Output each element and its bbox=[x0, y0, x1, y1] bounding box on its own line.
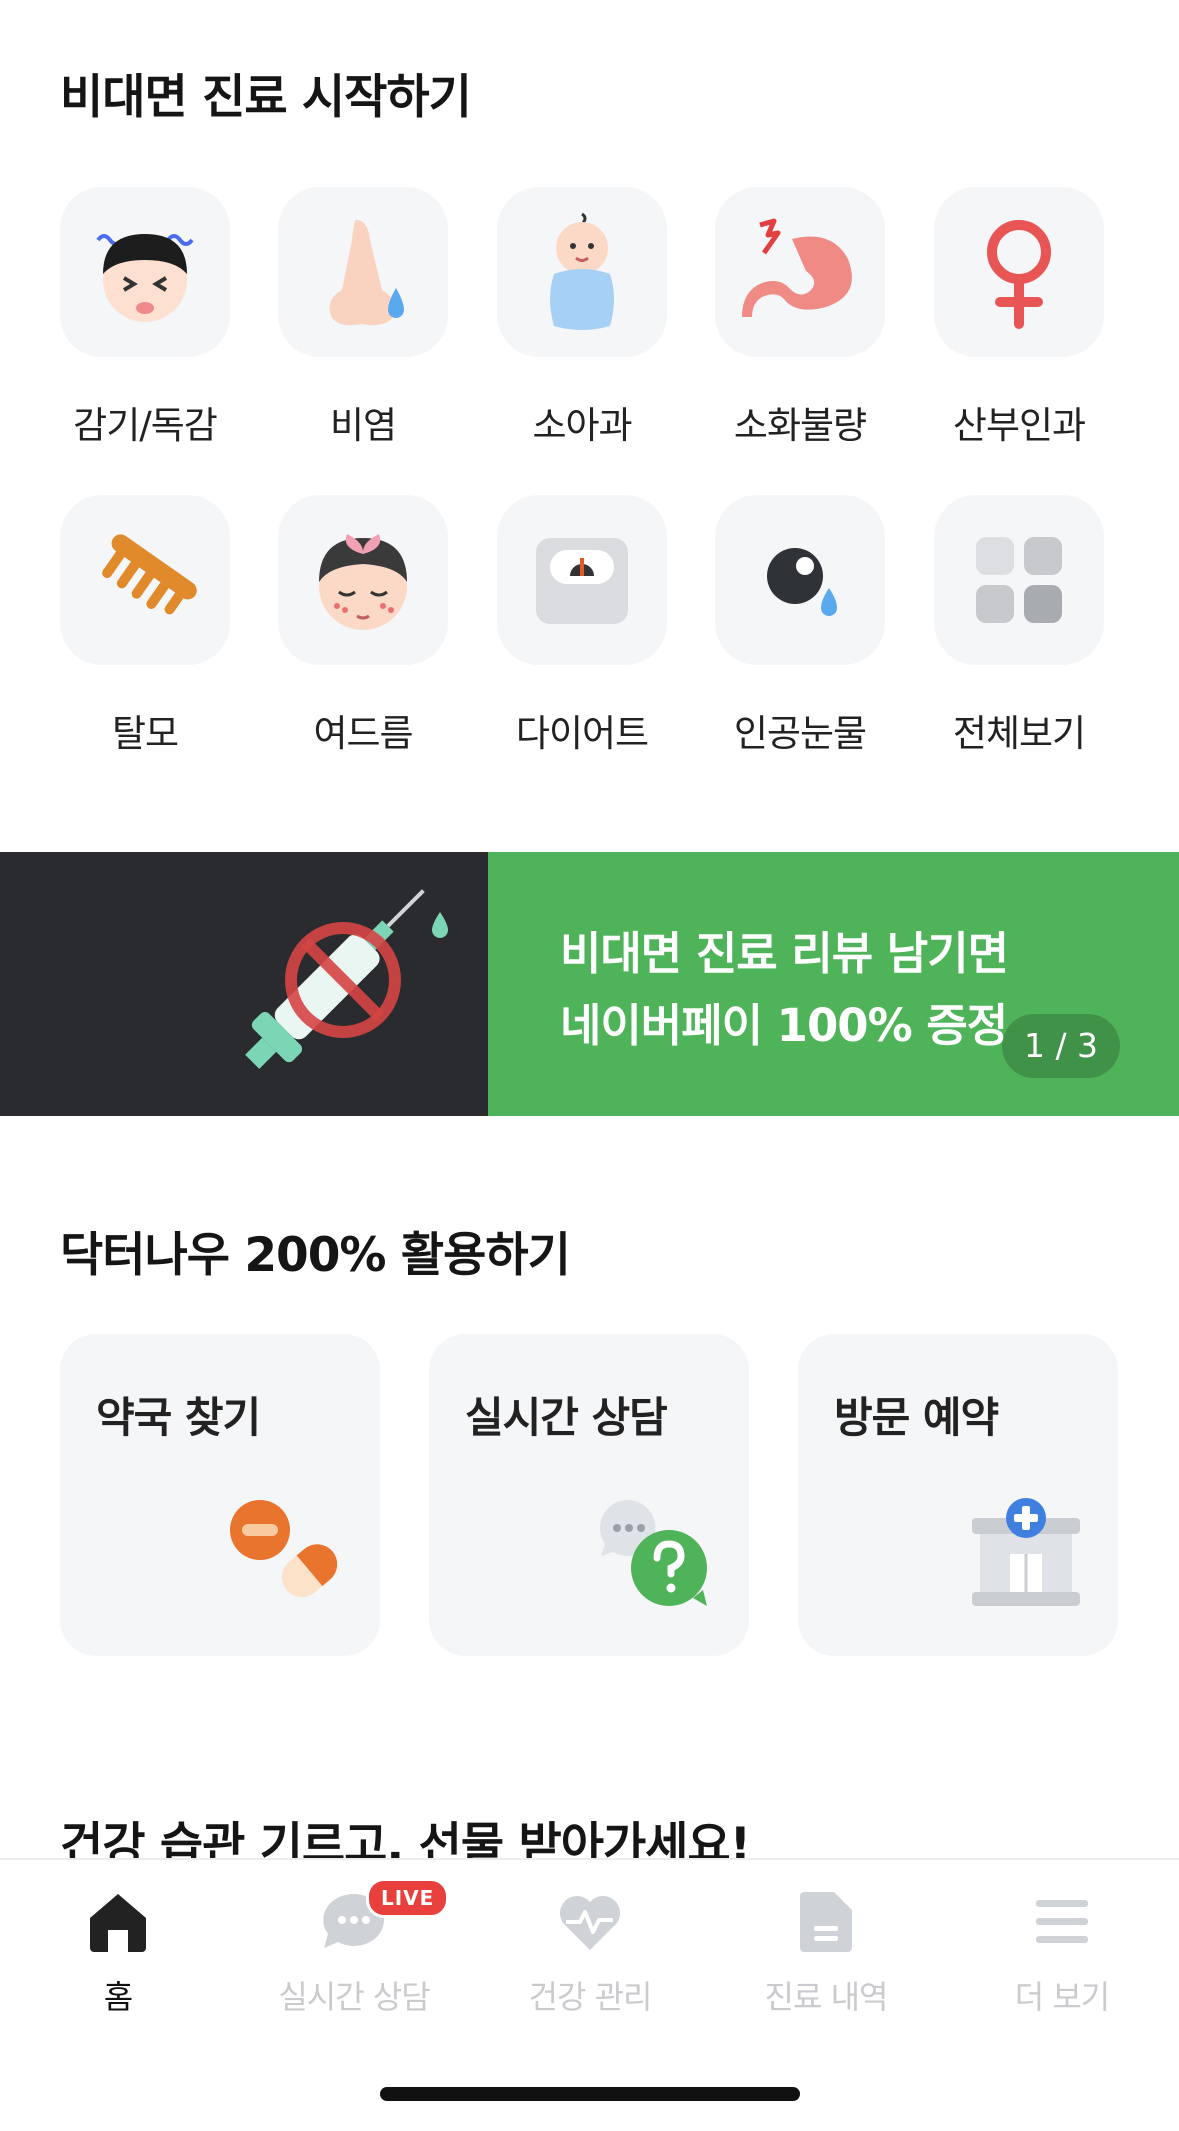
stomach-icon bbox=[715, 187, 885, 357]
tab-treatment-history[interactable]: 진료 내역 bbox=[708, 1882, 944, 2018]
section-title-features: 닥터나우 200% 활용하기 bbox=[60, 1228, 571, 1283]
grid-icon bbox=[934, 495, 1104, 665]
category-cold-flu[interactable]: 감기/독감 bbox=[60, 187, 230, 449]
banner-page-indicator: 1 / 3 bbox=[1002, 1014, 1120, 1078]
category-label: 전체보기 bbox=[952, 712, 1086, 755]
tab-more[interactable]: 더 보기 bbox=[944, 1882, 1179, 2018]
category-label: 산부인과 bbox=[952, 404, 1086, 447]
comb-icon bbox=[60, 495, 230, 665]
category-obgyn[interactable]: 산부인과 bbox=[934, 187, 1104, 449]
category-label: 소아과 bbox=[532, 404, 632, 447]
feature-label: 방문 예약 bbox=[834, 1393, 999, 1442]
tab-label: 홈 bbox=[103, 1978, 133, 2016]
live-badge: LIVE bbox=[366, 1878, 450, 1918]
feature-live-consultation[interactable]: 실시간 상담 bbox=[429, 1334, 749, 1656]
feature-visit-reservation[interactable]: 방문 예약 bbox=[798, 1334, 1118, 1656]
section-title-start-consultation: 비대면 진료 시작하기 bbox=[60, 70, 472, 125]
banner-review-promotion[interactable]: 비대면 진료 리뷰 남기면 네이버페이 100% 증정 1 / 3 bbox=[488, 852, 1179, 1116]
feature-find-pharmacy[interactable]: 약국 찾기 bbox=[60, 1334, 380, 1656]
category-hair-loss[interactable]: 탈모 bbox=[60, 495, 230, 757]
banner-previous-slide[interactable] bbox=[0, 852, 488, 1116]
heart-pulse-icon bbox=[472, 1882, 708, 1962]
tab-health-management[interactable]: 건강 관리 bbox=[472, 1882, 708, 2018]
hospital-icon bbox=[966, 1498, 1086, 1612]
baby-icon bbox=[497, 187, 667, 357]
tab-label: 건강 관리 bbox=[528, 1978, 653, 2016]
category-label: 다이어트 bbox=[515, 712, 649, 755]
home-indicator bbox=[380, 2087, 800, 2101]
no-injection-icon bbox=[245, 889, 448, 1069]
feature-label: 약국 찾기 bbox=[96, 1393, 261, 1442]
home-icon bbox=[0, 1882, 236, 1962]
question-chat-icon bbox=[597, 1498, 717, 1612]
category-rhinitis[interactable]: 비염 bbox=[278, 187, 448, 449]
category-diet[interactable]: 다이어트 bbox=[497, 495, 667, 757]
category-label: 인공눈물 bbox=[733, 712, 867, 755]
menu-icon bbox=[944, 1882, 1179, 1962]
category-acne[interactable]: 여드름 bbox=[278, 495, 448, 757]
banner-line-1: 비대면 진료 리뷰 남기면 bbox=[560, 927, 1009, 980]
category-label: 감기/독감 bbox=[73, 404, 218, 447]
female-symbol-icon bbox=[934, 187, 1104, 357]
acne-face-icon bbox=[278, 495, 448, 665]
category-label: 비염 bbox=[329, 404, 397, 447]
tab-live-consultation[interactable]: LIVE 실시간 상담 bbox=[236, 1878, 472, 2018]
category-indigestion[interactable]: 소화불량 bbox=[715, 187, 885, 449]
feature-label: 실시간 상담 bbox=[465, 1393, 668, 1442]
tab-label: 실시간 상담 bbox=[278, 1978, 430, 2016]
tab-home[interactable]: 홈 bbox=[0, 1882, 236, 2018]
eye-drop-icon bbox=[715, 495, 885, 665]
tab-label: 진료 내역 bbox=[764, 1978, 889, 2016]
nose-icon bbox=[278, 187, 448, 357]
category-label: 소화불량 bbox=[733, 404, 867, 447]
chat-icon: LIVE bbox=[236, 1878, 472, 1962]
pill-icon bbox=[228, 1498, 348, 1612]
document-icon bbox=[708, 1882, 944, 1962]
category-label: 탈모 bbox=[111, 712, 179, 755]
tab-label: 더 보기 bbox=[1014, 1978, 1111, 2016]
category-pediatrics[interactable]: 소아과 bbox=[497, 187, 667, 449]
scale-icon bbox=[497, 495, 667, 665]
banner-line-2: 네이버페이 100% 증정 bbox=[560, 999, 1008, 1052]
category-view-all[interactable]: 전체보기 bbox=[934, 495, 1104, 757]
category-artificial-tears[interactable]: 인공눈물 bbox=[715, 495, 885, 757]
sick-face-icon bbox=[60, 187, 230, 357]
category-label: 여드름 bbox=[313, 712, 413, 755]
